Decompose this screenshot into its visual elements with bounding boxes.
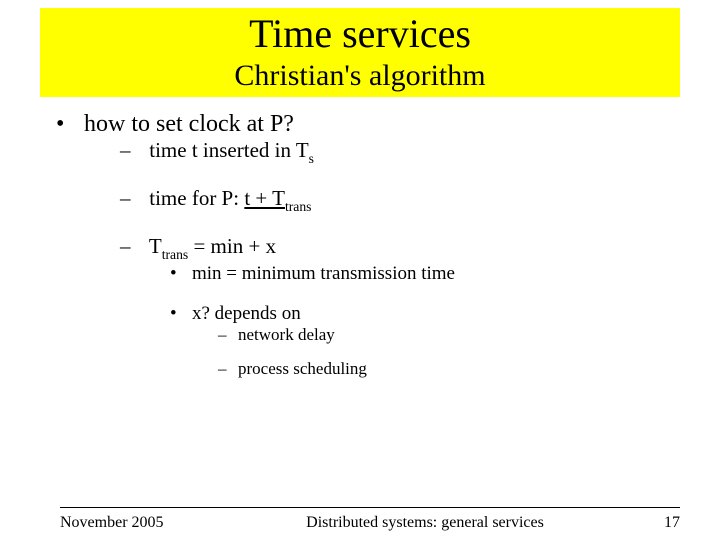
bullet-level3: min = minimum transmission time	[170, 263, 660, 285]
bullet-text: network delay	[238, 325, 335, 344]
bullet-level2: time for P: t + Ttrans	[120, 186, 660, 214]
footer-date: November 2005	[60, 514, 230, 532]
underlined-text: t + Ttrans	[244, 186, 311, 210]
bullet-text: = min + x	[188, 234, 276, 258]
bullet-level4: network delay	[218, 325, 660, 345]
slide-body: how to set clock at P? time t inserted i…	[60, 111, 660, 379]
bullet-text: time t inserted in T	[149, 138, 308, 162]
bullet-text: how to set clock at P?	[84, 111, 294, 137]
slide-title: Time services	[40, 10, 680, 57]
bullet-text: x? depends on	[192, 303, 301, 324]
footer-page-number: 17	[620, 514, 680, 532]
bullet-level2: Ttrans = min + x min = minimum transmiss…	[120, 234, 660, 378]
title-band: Time services Christian's algorithm	[40, 8, 680, 97]
slide-footer: November 2005 Distributed systems: gener…	[60, 507, 680, 532]
footer-source: Distributed systems: general services	[230, 514, 620, 532]
footer-rule	[60, 507, 680, 508]
bullet-text: process scheduling	[238, 359, 367, 378]
bullet-level3: x? depends on network delay process sche…	[170, 303, 660, 379]
bullet-text: time for P:	[149, 186, 244, 210]
bullet-level4: process scheduling	[218, 359, 660, 379]
bullet-level2: time t inserted in Ts	[120, 138, 660, 166]
subscript: trans	[285, 199, 312, 214]
slide-subtitle: Christian's algorithm	[40, 59, 680, 93]
subscript: trans	[162, 247, 189, 262]
bullet-text: min = minimum transmission time	[192, 263, 455, 284]
bullet-text: T	[149, 234, 162, 258]
bullet-level1: how to set clock at P? time t inserted i…	[60, 111, 660, 379]
subscript: s	[309, 151, 314, 166]
